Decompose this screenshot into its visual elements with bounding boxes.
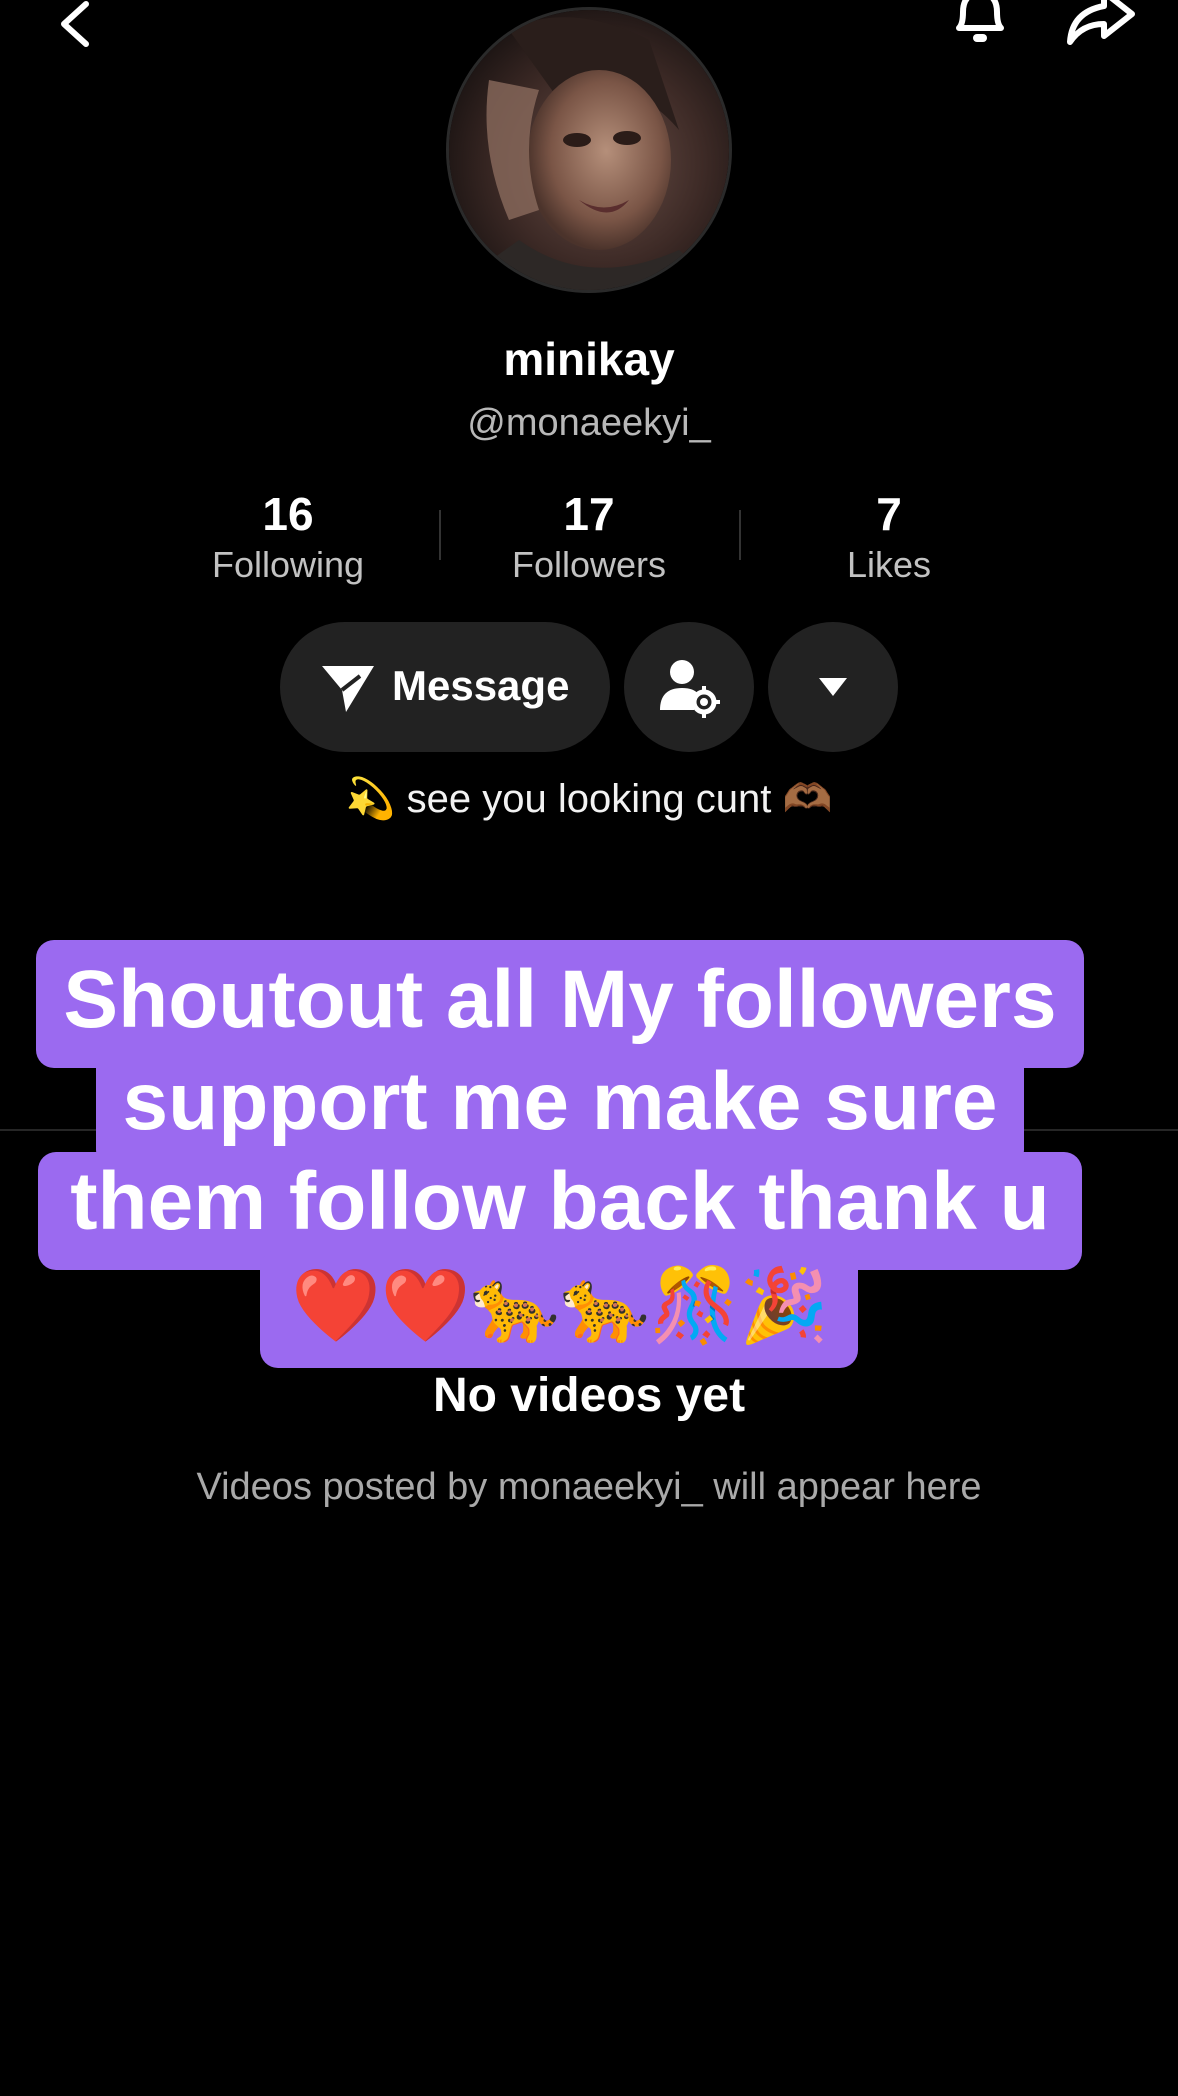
display-name: minikay <box>503 333 675 385</box>
caption-line: them follow back thank u <box>70 1156 1050 1247</box>
caption-line: ❤️❤️🐆🐆🎊🎉 <box>291 1266 829 1346</box>
paper-plane-icon <box>322 666 374 712</box>
following-count: 16 <box>262 488 314 540</box>
likes-label: Likes <box>846 544 932 585</box>
message-button[interactable]: Message <box>280 622 610 752</box>
username: @monaeekyi_ <box>467 402 711 444</box>
stat-likes[interactable]: 7 Likes <box>739 488 1039 586</box>
caption-line: support me make sure <box>122 1056 998 1147</box>
stat-following[interactable]: 16 Following <box>138 488 438 586</box>
caret-down-icon <box>819 678 847 696</box>
likes-count: 7 <box>876 488 902 540</box>
caption-line: Shoutout all My followers <box>63 954 1057 1045</box>
message-label: Message <box>392 662 570 709</box>
empty-state-subtitle: Videos posted by monaeekyi_ will appear … <box>196 1466 982 1508</box>
person-gear-icon <box>660 660 720 718</box>
back-button[interactable] <box>52 0 102 50</box>
following-label: Following <box>211 544 365 585</box>
empty-state-title: No videos yet <box>432 1369 746 1422</box>
share-button[interactable] <box>1060 0 1140 50</box>
bell-icon <box>956 0 1004 42</box>
profile-photo <box>449 10 729 290</box>
followers-count: 17 <box>563 488 615 540</box>
avatar[interactable] <box>446 7 732 293</box>
bio: 💫 see you looking cunt 🫶🏾 <box>345 777 833 821</box>
chevron-left-icon <box>61 1 89 47</box>
more-options-button[interactable] <box>768 622 898 752</box>
stat-followers[interactable]: 17 Followers <box>439 488 739 586</box>
followers-label: Followers <box>511 544 667 585</box>
share-arrow-icon <box>1067 0 1135 45</box>
caption-overlay: Shoutout all My followers support me mak… <box>36 940 1084 1368</box>
friend-settings-button[interactable] <box>624 622 754 752</box>
notifications-button[interactable] <box>945 0 1015 50</box>
